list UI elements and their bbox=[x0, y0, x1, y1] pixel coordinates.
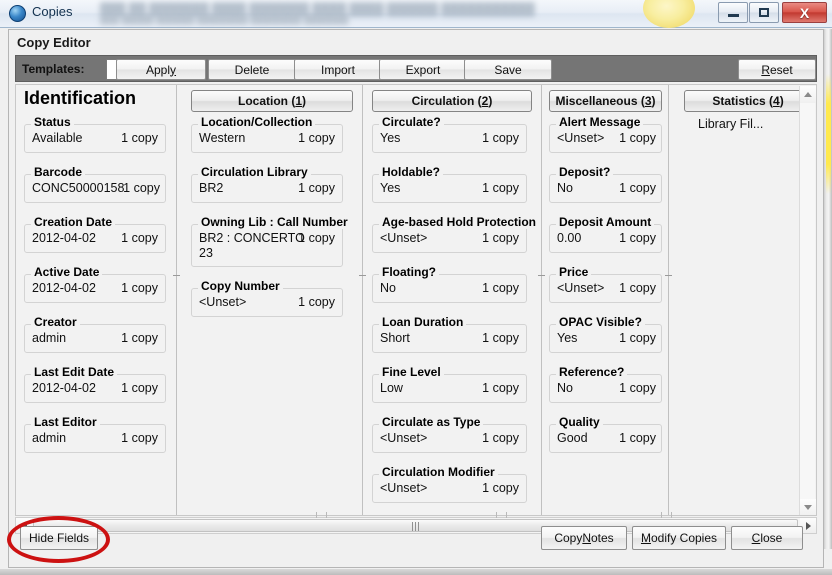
scroll-down-button[interactable] bbox=[800, 499, 816, 515]
field-owning-lib-call-number[interactable]: Owning Lib : Call Number BR2 : CONCERTO … bbox=[191, 216, 351, 267]
triangle-up-icon bbox=[804, 92, 812, 97]
circulation-header-button[interactable]: Circulation (2) bbox=[372, 90, 532, 112]
column-location: Location (1) Location/Collection Western… bbox=[181, 85, 359, 515]
field-circulation-library[interactable]: Circulation Library BR2 1 copy bbox=[191, 166, 343, 203]
save-button[interactable]: Save bbox=[464, 59, 552, 80]
copy-notes-button[interactable]: Copy Notes bbox=[541, 526, 627, 550]
field-active-date[interactable]: Active Date 2012-04-02 1 copy bbox=[24, 266, 166, 303]
column-circulation: Circulation (2) Circulate? Yes 1 copy Ho… bbox=[366, 85, 538, 515]
close-button[interactable]: Close bbox=[731, 526, 803, 550]
field-creator[interactable]: Creator admin 1 copy bbox=[24, 316, 166, 353]
column-statistics: Statistics (4) Library Fil... bbox=[672, 85, 810, 515]
templates-label: Templates: bbox=[22, 62, 85, 76]
field-quality[interactable]: Quality Good 1 copy bbox=[549, 416, 662, 453]
field-last-edit-date[interactable]: Last Edit Date 2012-04-02 1 copy bbox=[24, 366, 166, 403]
field-circulate[interactable]: Circulate? Yes 1 copy bbox=[372, 116, 527, 153]
location-header-button[interactable]: Location (1) bbox=[191, 90, 353, 112]
background-highlight bbox=[826, 74, 831, 194]
page-title: Copy Editor bbox=[17, 35, 91, 50]
modify-copies-button[interactable]: Modify Copies bbox=[632, 526, 726, 550]
field-creation-date[interactable]: Creation Date 2012-04-02 1 copy bbox=[24, 216, 166, 253]
field-age-based-hold-protection[interactable]: Age-based Hold Protection <Unset> 1 copy bbox=[372, 216, 538, 253]
fields-scroll-area: Identification Status Available 1 copy B… bbox=[15, 84, 817, 516]
field-last-editor[interactable]: Last Editor admin 1 copy bbox=[24, 416, 166, 453]
templates-toolbar: Templates: Appl y Delete Import Export Sa… bbox=[15, 55, 817, 82]
window-bottom-edge bbox=[0, 569, 832, 575]
field-location-collection[interactable]: Location/Collection Western 1 copy bbox=[191, 116, 343, 153]
field-fine-level[interactable]: Fine Level Low 1 copy bbox=[372, 366, 527, 403]
copy-editor-panel: Copy Editor Templates: Appl y Delete Impo… bbox=[8, 29, 824, 568]
maximize-button[interactable] bbox=[749, 2, 779, 23]
highlight-spotlight bbox=[643, 0, 695, 28]
apply-button[interactable]: Appl y bbox=[116, 59, 206, 80]
triangle-right-icon bbox=[805, 521, 811, 530]
column-miscellaneous: Miscellaneous (3) Alert Message <Unset> … bbox=[545, 85, 666, 515]
import-button[interactable]: Import bbox=[294, 59, 382, 80]
field-deposit-amount[interactable]: Deposit Amount 0.00 1 copy bbox=[549, 216, 662, 253]
miscellaneous-header-button[interactable]: Miscellaneous (3) bbox=[549, 90, 662, 112]
field-status[interactable]: Status Available 1 copy bbox=[24, 116, 166, 153]
vertical-scrollbar[interactable] bbox=[799, 86, 816, 515]
column-identification: Identification Status Available 1 copy B… bbox=[16, 85, 173, 515]
statistics-row-library-filter[interactable]: Library Fil... bbox=[698, 117, 806, 135]
identification-heading: Identification bbox=[24, 88, 136, 108]
title-bar: Copies ███ ██ ███████ ████ ███████ ████ … bbox=[0, 0, 832, 28]
field-circulate-as-type[interactable]: Circulate as Type <Unset> 1 copy bbox=[372, 416, 527, 453]
field-deposit[interactable]: Deposit? No 1 copy bbox=[549, 166, 662, 203]
window-title: Copies bbox=[32, 4, 73, 19]
minimize-button[interactable] bbox=[718, 2, 748, 23]
background-window-sliver bbox=[824, 29, 832, 549]
field-alert-message[interactable]: Alert Message <Unset> 1 copy bbox=[549, 116, 662, 153]
field-holdable[interactable]: Holdable? Yes 1 copy bbox=[372, 166, 527, 203]
scroll-up-button[interactable] bbox=[800, 86, 816, 103]
close-window-button[interactable]: X bbox=[782, 2, 827, 23]
splitter-1[interactable] bbox=[173, 85, 181, 515]
field-copy-number[interactable]: Copy Number <Unset> 1 copy bbox=[191, 280, 343, 317]
field-reference[interactable]: Reference? No 1 copy bbox=[549, 366, 662, 403]
delete-button[interactable]: Delete bbox=[208, 59, 296, 80]
field-opac-visible[interactable]: OPAC Visible? Yes 1 copy bbox=[549, 316, 662, 353]
reset-button[interactable]: Reset bbox=[738, 59, 816, 80]
blurred-title-text: ███ ██ ███████ ████ ███████ ████ ████ ██… bbox=[100, 2, 535, 24]
field-loan-duration[interactable]: Loan Duration Short 1 copy bbox=[372, 316, 527, 353]
field-circulation-modifier[interactable]: Circulation Modifier <Unset> 1 copy bbox=[372, 466, 527, 503]
field-price[interactable]: Price <Unset> 1 copy bbox=[549, 266, 662, 303]
app-globe-icon bbox=[9, 5, 26, 22]
triangle-down-icon bbox=[804, 505, 812, 510]
copies-window: Copies ███ ██ ███████ ████ ███████ ████ … bbox=[0, 0, 832, 575]
close-icon: X bbox=[799, 4, 810, 21]
statistics-header-button[interactable]: Statistics (4) bbox=[684, 90, 810, 112]
hide-fields-button[interactable]: Hide Fields bbox=[20, 526, 98, 550]
export-button[interactable]: Export bbox=[379, 59, 467, 80]
field-barcode[interactable]: Barcode CONC50000158 1 copy bbox=[24, 166, 166, 203]
field-floating[interactable]: Floating? No 1 copy bbox=[372, 266, 527, 303]
